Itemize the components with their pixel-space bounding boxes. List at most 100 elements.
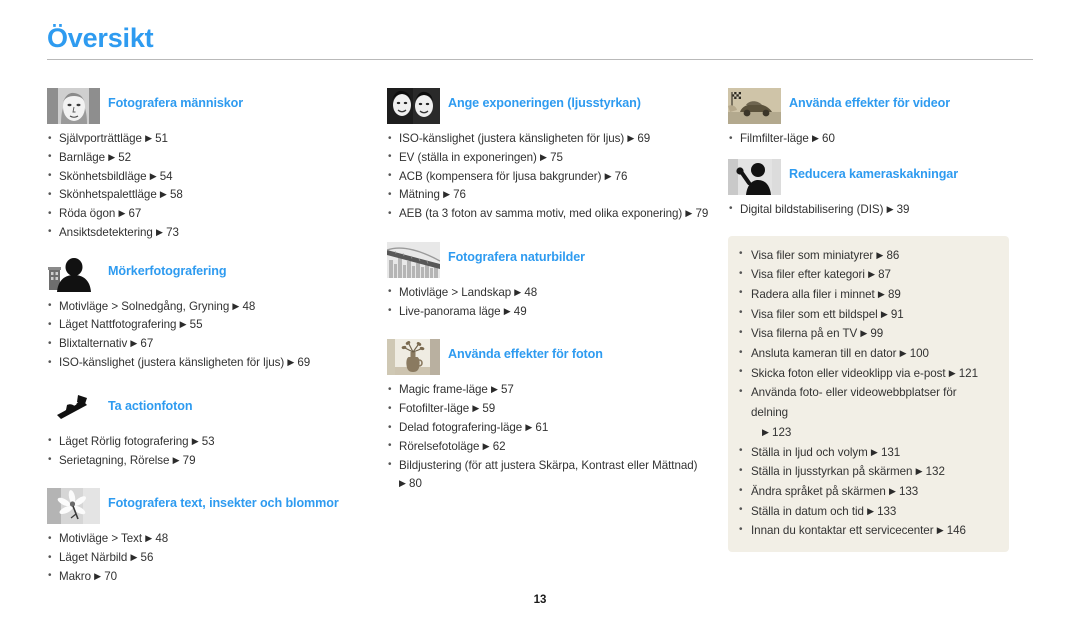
list-item[interactable]: ISO-känslighet (justera känsligheten för… xyxy=(387,130,717,149)
list-item[interactable]: Motivläge > Solnedgång, Gryning ▶ 48 xyxy=(47,297,377,317)
list-item[interactable]: Läget Rörlig fotografering ▶ 53 xyxy=(47,432,377,452)
section-ta-actionfoton: Ta actionfoton Läget Rörlig fotograferin… xyxy=(47,390,377,471)
list-item[interactable]: Ansiktsdetektering ▶ 73 xyxy=(47,223,377,243)
list-item[interactable]: Innan du kontaktar ett servicecenter ▶ 1… xyxy=(738,521,995,541)
list-item[interactable]: Röda ögon ▶ 67 xyxy=(47,205,377,224)
column-1: Fotografera människor Självporträttläge … xyxy=(47,88,377,587)
list-item[interactable]: Visa filerna på en TV ▶ 99 xyxy=(738,324,995,344)
page-ref: ▶ 70 xyxy=(94,569,117,583)
list-item[interactable]: Ändra språket på skärmen ▶ 133 xyxy=(738,482,995,502)
section-header: Använda effekter för foton xyxy=(387,339,717,376)
list-item[interactable]: Delad fotografering-läge ▶ 61 xyxy=(387,419,717,438)
column-3: Använda effekter för videor Filmfilter-l… xyxy=(728,88,1033,553)
list-item[interactable]: Filmfilter-läge ▶ 60 xyxy=(728,130,1033,149)
list-item[interactable]: Mätning ▶ 76 xyxy=(387,186,717,205)
list-item[interactable]: AEB (ta 3 foton av samma motiv, med olik… xyxy=(387,205,717,224)
section-ange-exponeringen: Ange exponeringen (ljusstyrkan) ISO-käns… xyxy=(387,88,717,224)
page-ref: ▶ 62 xyxy=(482,439,506,453)
page-ref: ▶ 69 xyxy=(287,356,311,370)
page-ref: ▶ 100 xyxy=(899,347,929,361)
page-ref: ▶ 49 xyxy=(503,304,527,318)
list-item[interactable]: Ansluta kameran till en dator ▶ 100 xyxy=(738,344,995,364)
list-item[interactable]: Serietagning, Rörelse ▶ 79 xyxy=(47,451,377,471)
list-item[interactable]: Läget Nattfotografering ▶ 55 xyxy=(47,316,377,335)
page-ref: ▶ 48 xyxy=(514,285,538,299)
person-waving-thumbnail xyxy=(728,158,781,195)
section-title[interactable]: Fotografera text, insekter och blommor xyxy=(108,488,339,510)
list-item[interactable]: Digital bildstabilisering (DIS) ▶ 39 xyxy=(728,200,1033,220)
section-title[interactable]: Reducera kameraskakningar xyxy=(789,159,958,181)
page-ref: ▶ 79 xyxy=(685,207,709,221)
page-ref: ▶ 60 xyxy=(812,132,835,145)
list-item[interactable]: Ställa in ljusstyrkan på skärmen ▶ 132 xyxy=(738,462,995,482)
section-title[interactable]: Fotografera naturbilder xyxy=(448,242,585,264)
list-item[interactable]: ACB (kompensera för ljusa bakgrunder) ▶ … xyxy=(387,167,717,187)
list-item[interactable]: EV (ställa in exponeringen) ▶ 75 xyxy=(387,148,717,168)
page-ref: ▶ 79 xyxy=(172,453,196,467)
list-item[interactable]: Ställa in datum och tid ▶ 133 xyxy=(738,501,995,522)
list-item[interactable]: Magic frame-läge ▶ 57 xyxy=(387,381,717,400)
list-item[interactable]: Skicka foton eller videoklipp via e-post… xyxy=(738,363,995,384)
list-item[interactable]: Använda foto- eller videowebbplatser för… xyxy=(738,383,995,442)
list-item[interactable]: ISO-känslighet (justera känsligheten för… xyxy=(47,354,377,373)
manual-overview-page: Översikt Fotografera människor Självport… xyxy=(0,0,1080,630)
list-item[interactable]: Visa filer som miniatyrer ▶ 86 xyxy=(738,245,995,266)
page-ref: ▶ 54 xyxy=(149,169,173,183)
page-ref: ▶ 53 xyxy=(191,434,215,448)
page-ref: ▶ 132 xyxy=(915,465,945,479)
list-item[interactable]: Radera alla filer i minnet ▶ 89 xyxy=(738,284,995,305)
page-ref: ▶ 91 xyxy=(880,307,904,321)
section-title[interactable]: Mörkerfotografering xyxy=(108,256,227,278)
list-item[interactable]: Live-panorama läge ▶ 49 xyxy=(387,302,717,322)
list-item[interactable]: Makro ▶ 70 xyxy=(47,567,377,587)
section-header: Ta actionfoton xyxy=(47,390,377,427)
section-link-list: Magic frame-läge ▶ 57 Fotofilter-läge ▶ … xyxy=(387,381,717,494)
portrait-woman-thumbnail xyxy=(47,88,100,124)
two-faces-exposure-thumbnail xyxy=(387,88,440,124)
sepia-vase-thumbnail xyxy=(387,339,440,376)
list-item[interactable]: Självporträttläge ▶ 51 xyxy=(47,130,377,149)
list-item[interactable]: Rörelsefotoläge ▶ 62 xyxy=(387,437,717,457)
page-ref: ▶ 55 xyxy=(179,318,203,332)
list-item[interactable]: Visa filer efter kategori ▶ 87 xyxy=(738,265,995,285)
section-title[interactable]: Fotografera människor xyxy=(108,88,243,110)
flower-macro-thumbnail xyxy=(47,488,100,525)
section-anvanda-effekter-for-videor: Använda effekter för videor Filmfilter-l… xyxy=(728,88,1033,149)
section-title[interactable]: Använda effekter för foton xyxy=(448,339,603,361)
section-title[interactable]: Ta actionfoton xyxy=(108,391,193,413)
section-header: Fotografera människor xyxy=(47,88,377,124)
section-anvanda-effekter-for-foton: Använda effekter för foton Magic frame-l… xyxy=(387,339,717,494)
snowboarder-thumbnail xyxy=(47,390,100,427)
page-ref: ▶ 56 xyxy=(130,551,154,565)
section-link-list: Digital bildstabilisering (DIS) ▶ 39 xyxy=(728,200,1033,220)
list-item[interactable]: Motivläge > Landskap ▶ 48 xyxy=(387,283,717,303)
section-link-list: ISO-känslighet (justera känsligheten för… xyxy=(387,130,717,224)
panel-link-list: Visa filer som miniatyrer ▶ 86 Visa file… xyxy=(738,245,995,542)
list-item[interactable]: Motivläge > Text ▶ 48 xyxy=(47,530,377,549)
list-item[interactable]: Skönhetsbildläge ▶ 54 xyxy=(47,167,377,187)
list-item[interactable]: Barnläge ▶ 52 xyxy=(47,148,377,168)
page-ref: ▶ 48 xyxy=(145,532,169,546)
page-ref: ▶ 133 xyxy=(888,485,919,498)
list-item[interactable]: Bildjustering (för att justera Skärpa, K… xyxy=(387,456,717,495)
page-number: 13 xyxy=(533,594,547,606)
list-item[interactable]: Läget Närbild ▶ 56 xyxy=(47,549,377,568)
section-link-list: Motivläge > Text ▶ 48 Läget Närbild ▶ 56… xyxy=(47,530,377,586)
list-item[interactable]: Skönhetspalettläge ▶ 58 xyxy=(47,186,377,205)
playback-settings-panel: Visa filer som miniatyrer ▶ 86 Visa file… xyxy=(728,235,1009,553)
page-ref: ▶ 80 xyxy=(399,477,422,491)
list-item[interactable]: Visa filer som ett bildspel ▶ 91 xyxy=(738,304,995,325)
section-link-list: Motivläge > Solnedgång, Gryning ▶ 48 Läg… xyxy=(47,297,377,373)
list-item[interactable]: Fotofilter-läge ▶ 59 xyxy=(387,400,717,419)
section-title[interactable]: Använda effekter för videor xyxy=(789,88,950,110)
page-ref: ▶ 67 xyxy=(130,337,154,351)
list-item[interactable]: Ställa in ljud och volym ▶ 131 xyxy=(738,442,995,463)
page-ref: ▶ 69 xyxy=(627,132,651,145)
section-title[interactable]: Ange exponeringen (ljusstyrkan) xyxy=(448,88,641,110)
section-header: Ange exponeringen (ljusstyrkan) xyxy=(387,88,717,124)
section-fotografera-text-insekter-blommor: Fotografera text, insekter och blommor M… xyxy=(47,488,377,586)
page-ref: ▶ 121 xyxy=(948,366,978,380)
list-item[interactable]: Blixtalternativ ▶ 67 xyxy=(47,335,377,354)
